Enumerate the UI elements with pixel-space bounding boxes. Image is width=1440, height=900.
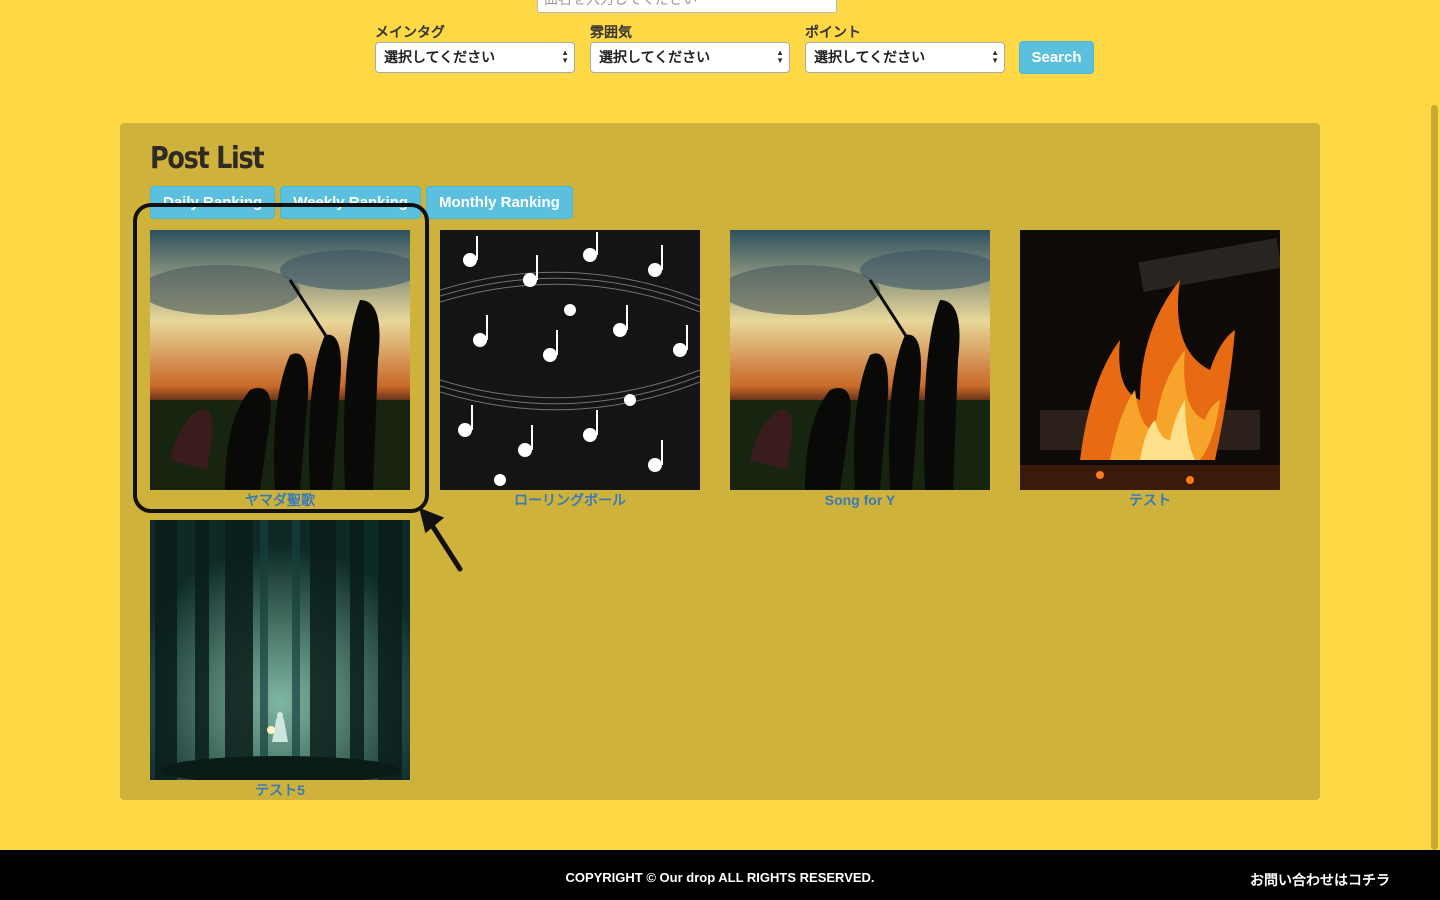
post-title-link[interactable]: テスト bbox=[1020, 490, 1280, 510]
footer: COPYRIGHT © Our drop ALL RIGHTS RESERVED… bbox=[0, 850, 1440, 900]
post-title-link[interactable]: ローリングボール bbox=[440, 490, 700, 510]
scrollbar[interactable] bbox=[1429, 0, 1440, 850]
mood-select[interactable]: 選択してください ▲ ▼ bbox=[590, 42, 790, 73]
tab-monthly-ranking[interactable]: Monthly Ranking bbox=[425, 186, 573, 219]
filter-label: ポイント bbox=[805, 24, 861, 40]
post-card: Song for Y bbox=[730, 230, 990, 510]
post-thumbnail[interactable] bbox=[730, 230, 990, 490]
post-list-panel: Post List Daily Ranking Weekly Ranking M… bbox=[120, 123, 1320, 800]
post-thumbnail[interactable] bbox=[1020, 230, 1280, 490]
pointer-arrow-icon bbox=[419, 507, 463, 572]
filter-label: 雰囲気 bbox=[590, 24, 632, 40]
filter-point: ポイント 選択してください ▲ ▼ bbox=[805, 22, 1005, 73]
search-button[interactable]: Search bbox=[1019, 41, 1094, 74]
scrollbar-thumb[interactable] bbox=[1431, 105, 1438, 850]
post-card: テスト5 bbox=[150, 520, 410, 800]
ranking-tabs: Daily Ranking Weekly Ranking Monthly Ran… bbox=[150, 186, 578, 219]
select-value: 選択してください bbox=[599, 49, 711, 65]
main-tag-select[interactable]: 選択してください ▲ ▼ bbox=[375, 42, 575, 73]
filter-mood: 雰囲気 選択してください ▲ ▼ bbox=[590, 22, 790, 73]
post-card: ローリングボール bbox=[440, 230, 700, 510]
post-title-link[interactable]: テスト5 bbox=[150, 780, 410, 800]
search-input[interactable]: 曲名を入力してください bbox=[537, 0, 837, 13]
filter-main-tag: メインタグ 選択してください ▲ ▼ bbox=[375, 22, 575, 73]
filter-label: メインタグ bbox=[375, 24, 445, 40]
select-arrows-icon: ▲ ▼ bbox=[991, 48, 999, 65]
select-value: 選択してください bbox=[384, 49, 496, 65]
filter-bar: メインタグ 選択してください ▲ ▼ 雰囲気 選択してください ▲ ▼ ポイント 選… bbox=[375, 22, 1094, 74]
post-thumbnail[interactable] bbox=[150, 520, 410, 780]
post-thumbnail[interactable] bbox=[150, 230, 410, 490]
post-title-link[interactable]: ヤマダ聖歌 bbox=[150, 490, 410, 510]
post-thumbnail[interactable] bbox=[440, 230, 700, 490]
point-select[interactable]: 選択してください ▲ ▼ bbox=[805, 42, 1005, 73]
copyright-text: COPYRIGHT © Our drop ALL RIGHTS RESERVED… bbox=[565, 870, 875, 885]
page-title: Post List bbox=[150, 141, 265, 176]
post-title-link[interactable]: Song for Y bbox=[730, 490, 990, 510]
post-card: ヤマダ聖歌 bbox=[150, 230, 410, 510]
contact-link[interactable]: お問い合わせはコチラ bbox=[1250, 870, 1390, 890]
select-value: 選択してください bbox=[814, 49, 926, 65]
post-card: テスト bbox=[1020, 230, 1280, 510]
select-arrows-icon: ▲ ▼ bbox=[776, 48, 784, 65]
tab-daily-ranking[interactable]: Daily Ranking bbox=[150, 186, 276, 219]
tab-weekly-ranking[interactable]: Weekly Ranking bbox=[280, 186, 421, 219]
select-arrows-icon: ▲ ▼ bbox=[561, 48, 569, 65]
